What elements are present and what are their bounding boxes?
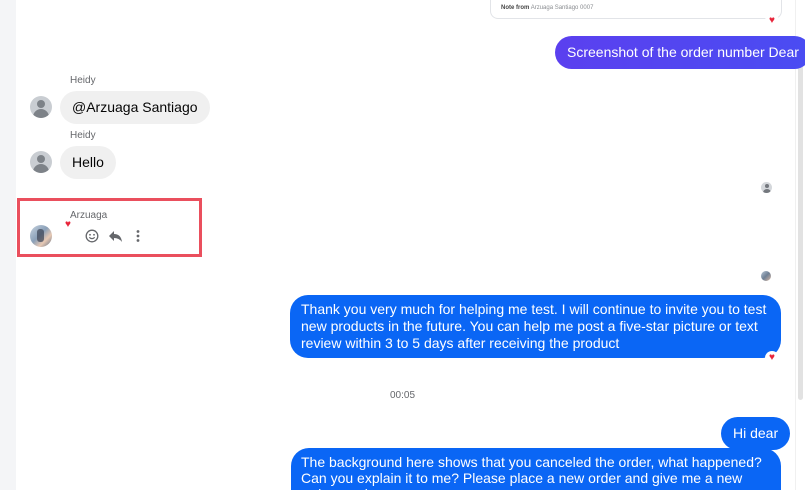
read-receipt-avatar: [761, 271, 771, 281]
incoming-message-bubble[interactable]: Hello: [60, 146, 116, 179]
message-text: Hi dear: [733, 425, 779, 441]
avatar[interactable]: [30, 225, 52, 247]
incoming-message-bubble[interactable]: @Arzuaga Santiago: [60, 91, 210, 124]
message-timestamp: 00:05: [389, 390, 416, 401]
heart-reaction-icon[interactable]: ♥: [766, 15, 778, 27]
scrollbar[interactable]: [795, 0, 805, 490]
message-text: The background here shows that you cance…: [301, 454, 762, 490]
outgoing-message-bubble[interactable]: Screenshot of the order number Dear: [555, 36, 805, 69]
more-options-icon[interactable]: [130, 228, 146, 244]
avatar[interactable]: [30, 151, 52, 173]
read-receipt-avatar: [761, 182, 772, 193]
sender-name: Heidy: [70, 75, 96, 86]
sender-name: Arzuaga: [70, 210, 108, 221]
outgoing-message-bubble[interactable]: The background here shows that you cance…: [291, 448, 781, 490]
message-text: Screenshot of the order number Dear: [567, 44, 799, 60]
left-panel-edge: [0, 0, 16, 490]
reply-icon[interactable]: [107, 228, 123, 244]
scrollbar-thumb[interactable]: [798, 60, 803, 400]
heart-reaction-icon[interactable]: ♥: [62, 219, 74, 231]
message-text: Hello: [72, 154, 104, 170]
outgoing-message-bubble[interactable]: Thank you very much for helping me test.…: [290, 295, 781, 358]
attachment-note: Note from Arzuaga Santiago 0007: [501, 5, 594, 11]
attachment-card[interactable]: Note from Arzuaga Santiago 0007: [490, 0, 782, 19]
heart-reaction-icon[interactable]: ♥: [766, 352, 778, 364]
emoji-react-icon[interactable]: [84, 228, 100, 244]
message-text: @Arzuaga Santiago: [72, 99, 198, 115]
sender-name: Heidy: [70, 130, 96, 141]
message-text: Thank you very much for helping me test.…: [301, 301, 767, 351]
avatar[interactable]: [30, 96, 52, 118]
outgoing-message-bubble[interactable]: Hi dear: [721, 417, 791, 450]
